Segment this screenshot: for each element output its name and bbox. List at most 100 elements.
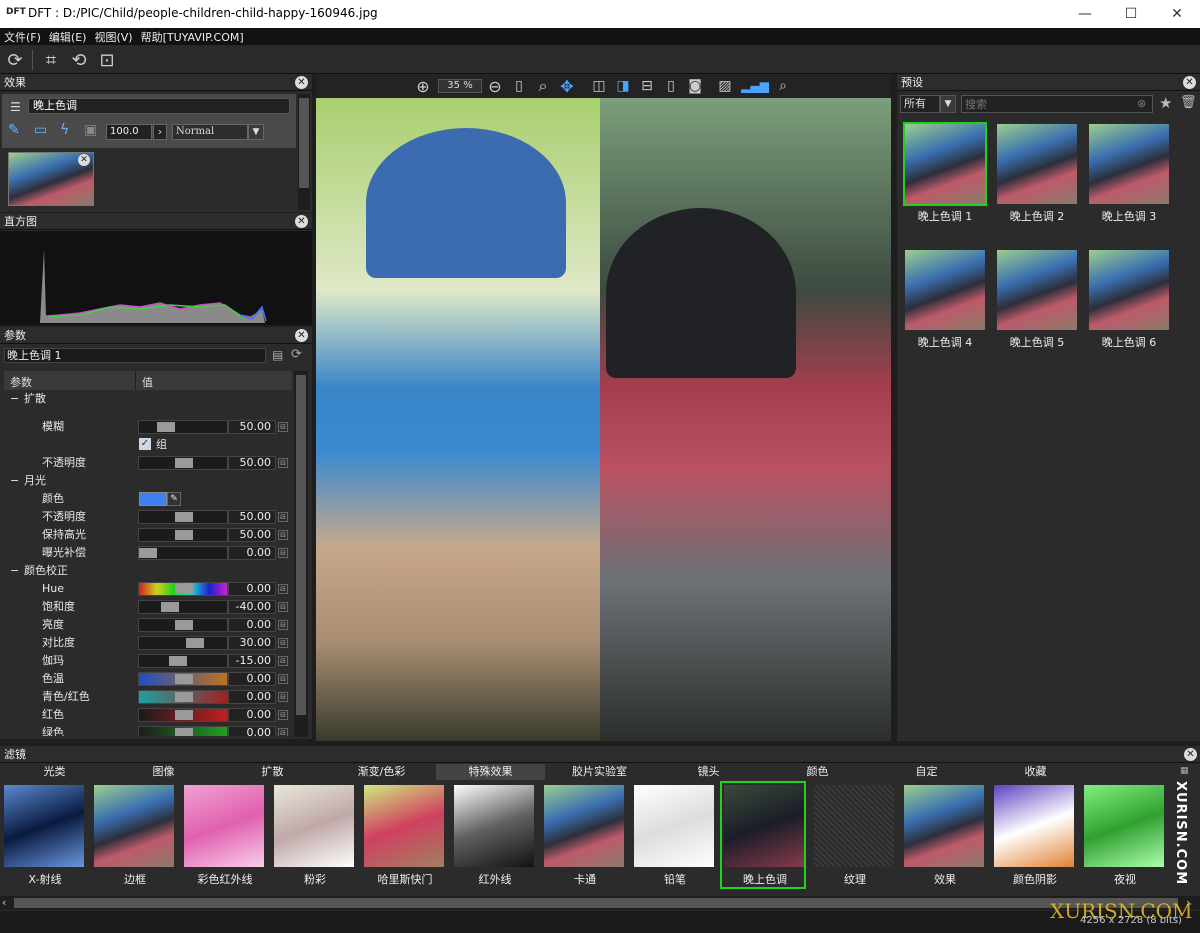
param-slider[interactable] bbox=[138, 600, 228, 614]
spin-icon[interactable]: ⊟ bbox=[278, 584, 288, 594]
single-view-icon[interactable]: ▯ bbox=[660, 75, 682, 97]
filter-thumbnail[interactable]: 粉彩 bbox=[270, 781, 356, 889]
param-slider[interactable] bbox=[138, 420, 228, 434]
blend-mode-select[interactable]: Normal bbox=[172, 124, 248, 140]
param-value[interactable]: 0.00 bbox=[228, 708, 276, 722]
magnifier-icon[interactable]: ⌕ bbox=[532, 75, 554, 97]
filter-tab[interactable]: 自定 bbox=[872, 764, 981, 780]
param-value[interactable]: 30.00 bbox=[228, 636, 276, 650]
slider-knob[interactable] bbox=[175, 458, 193, 468]
histogram-toggle-icon[interactable]: ▂▄▆ bbox=[741, 75, 769, 97]
menu-view[interactable]: 视图(V) bbox=[94, 29, 132, 45]
param-value[interactable]: 0.00 bbox=[228, 582, 276, 596]
preset-thumbnail[interactable] bbox=[1087, 122, 1171, 206]
maximize-button[interactable]: ☐ bbox=[1108, 0, 1154, 28]
slider-knob[interactable] bbox=[157, 422, 175, 432]
spin-icon[interactable]: ⊟ bbox=[278, 548, 288, 558]
slider-knob[interactable] bbox=[169, 656, 188, 666]
param-value[interactable]: 0.00 bbox=[228, 726, 276, 736]
menu-help[interactable]: 帮助[TUYAVIP.COM] bbox=[141, 29, 244, 45]
filter-thumbnail[interactable]: X-射线 bbox=[0, 781, 86, 889]
preset-thumbnail[interactable] bbox=[995, 248, 1079, 332]
minimize-button[interactable]: — bbox=[1062, 0, 1108, 28]
refresh-icon[interactable]: ⟳ bbox=[4, 49, 26, 71]
monitor-icon[interactable]: ▭ bbox=[34, 122, 47, 138]
spin-icon[interactable]: ⊟ bbox=[278, 422, 288, 432]
slider-knob[interactable] bbox=[175, 620, 193, 630]
filter-tab[interactable]: 渐变/色彩 bbox=[327, 764, 436, 780]
param-value[interactable]: 0.00 bbox=[228, 546, 276, 560]
filter-thumbnail[interactable]: 彩色红外线 bbox=[180, 781, 266, 889]
spin-icon[interactable]: ⊟ bbox=[278, 710, 288, 720]
filter-tab[interactable]: 镜头 bbox=[654, 764, 763, 780]
chevron-down-icon[interactable]: ▼ bbox=[248, 124, 264, 140]
preset-category-select[interactable]: 所有 bbox=[900, 95, 940, 113]
slider-knob[interactable] bbox=[175, 584, 193, 594]
trash-icon[interactable]: 🗑 bbox=[1180, 95, 1197, 110]
spin-icon[interactable]: ⊟ bbox=[278, 458, 288, 468]
preset-thumbnail[interactable] bbox=[995, 122, 1079, 206]
param-value[interactable]: 50.00 bbox=[228, 510, 276, 524]
slider-knob[interactable] bbox=[175, 512, 193, 522]
spin-icon[interactable]: ⊟ bbox=[278, 620, 288, 630]
param-slider[interactable] bbox=[138, 654, 228, 668]
preset-name-field[interactable]: 晚上色调 1 bbox=[4, 348, 266, 363]
opacity-field[interactable]: 100.0 bbox=[106, 124, 152, 140]
spin-icon[interactable]: ⊟ bbox=[278, 674, 288, 684]
filter-thumbnail[interactable]: 纹理 bbox=[810, 781, 896, 889]
spin-icon[interactable]: ⊟ bbox=[278, 692, 288, 702]
spin-icon[interactable]: ⊟ bbox=[278, 656, 288, 666]
chevron-down-icon[interactable]: ▼ bbox=[940, 95, 956, 113]
slider-knob[interactable] bbox=[175, 692, 193, 702]
zoom-level[interactable]: 35 % bbox=[438, 79, 482, 93]
edit-icon[interactable]: ✎ bbox=[8, 122, 20, 138]
param-value[interactable]: 0.00 bbox=[228, 618, 276, 632]
scroll-left-icon[interactable]: ‹ bbox=[2, 897, 6, 909]
param-group-1[interactable]: − 月光 bbox=[4, 472, 292, 490]
filter-thumbnail[interactable]: 效果 bbox=[900, 781, 986, 889]
compare-view-icon[interactable]: ◨ bbox=[612, 75, 634, 97]
filter-scrollbar[interactable]: ‹ › bbox=[0, 896, 1200, 910]
zoom-in-icon[interactable]: ⊕ bbox=[412, 75, 434, 97]
param-value[interactable]: 0.00 bbox=[228, 690, 276, 704]
rotate-icon[interactable]: ⟲ bbox=[68, 49, 90, 71]
spin-icon[interactable]: ⊟ bbox=[278, 638, 288, 648]
checkbox-icon[interactable]: ✓ bbox=[139, 438, 151, 450]
preset-search-input[interactable] bbox=[961, 95, 1153, 113]
param-value[interactable]: 50.00 bbox=[228, 420, 276, 434]
param-slider[interactable] bbox=[138, 672, 228, 686]
remove-effect-icon[interactable]: ✕ bbox=[78, 154, 90, 166]
slider-knob[interactable] bbox=[160, 602, 179, 612]
eyedropper-icon[interactable]: ✎ bbox=[167, 492, 181, 506]
reset-icon[interactable]: ⟳ bbox=[291, 347, 302, 362]
color-swatch[interactable] bbox=[139, 492, 167, 506]
image-viewer[interactable] bbox=[316, 98, 891, 741]
filter-thumbnail[interactable]: 边框 bbox=[90, 781, 176, 889]
filter-tab[interactable]: 收藏 bbox=[981, 764, 1090, 780]
collapse-icon[interactable]: − bbox=[10, 562, 19, 580]
filter-thumbnail[interactable]: 夜视 bbox=[1080, 781, 1166, 889]
close-button[interactable]: ✕ bbox=[1154, 0, 1200, 28]
slider-knob[interactable] bbox=[175, 674, 193, 684]
collapse-icon[interactable]: − bbox=[10, 390, 19, 408]
filter-thumbnail[interactable]: 红外线 bbox=[450, 781, 536, 889]
effect-layer[interactable]: ☰ 晚上色调 ✎ ▭ ϟ ▣ 100.0 › Normal ▼ bbox=[2, 94, 296, 148]
slider-knob[interactable] bbox=[139, 548, 157, 558]
filter-thumbnail[interactable]: 卡通 bbox=[540, 781, 626, 889]
filter-thumbnail[interactable]: 铅笔 bbox=[630, 781, 716, 889]
grid-view-icon[interactable]: ▦ bbox=[1180, 766, 1189, 776]
param-value[interactable]: -15.00 bbox=[228, 654, 276, 668]
param-slider[interactable] bbox=[138, 690, 228, 704]
filter-tab[interactable]: 胶片实验室 bbox=[545, 764, 654, 780]
param-group-0[interactable]: − 扩散 bbox=[4, 390, 292, 408]
params-close-icon[interactable]: ✕ bbox=[295, 329, 308, 342]
slider-knob[interactable] bbox=[175, 710, 193, 720]
camera-icon[interactable]: ◙ bbox=[684, 75, 706, 97]
filter-tab[interactable]: 颜色 bbox=[763, 764, 872, 780]
param-value[interactable]: 50.00 bbox=[228, 528, 276, 542]
preset-thumbnail[interactable] bbox=[1087, 248, 1171, 332]
filter-thumbnail[interactable]: 颜色阴影 bbox=[990, 781, 1076, 889]
param-value[interactable]: 50.00 bbox=[228, 456, 276, 470]
effects-scroll-thumb[interactable] bbox=[299, 98, 309, 188]
fit-icon[interactable]: ▯ bbox=[508, 75, 530, 97]
